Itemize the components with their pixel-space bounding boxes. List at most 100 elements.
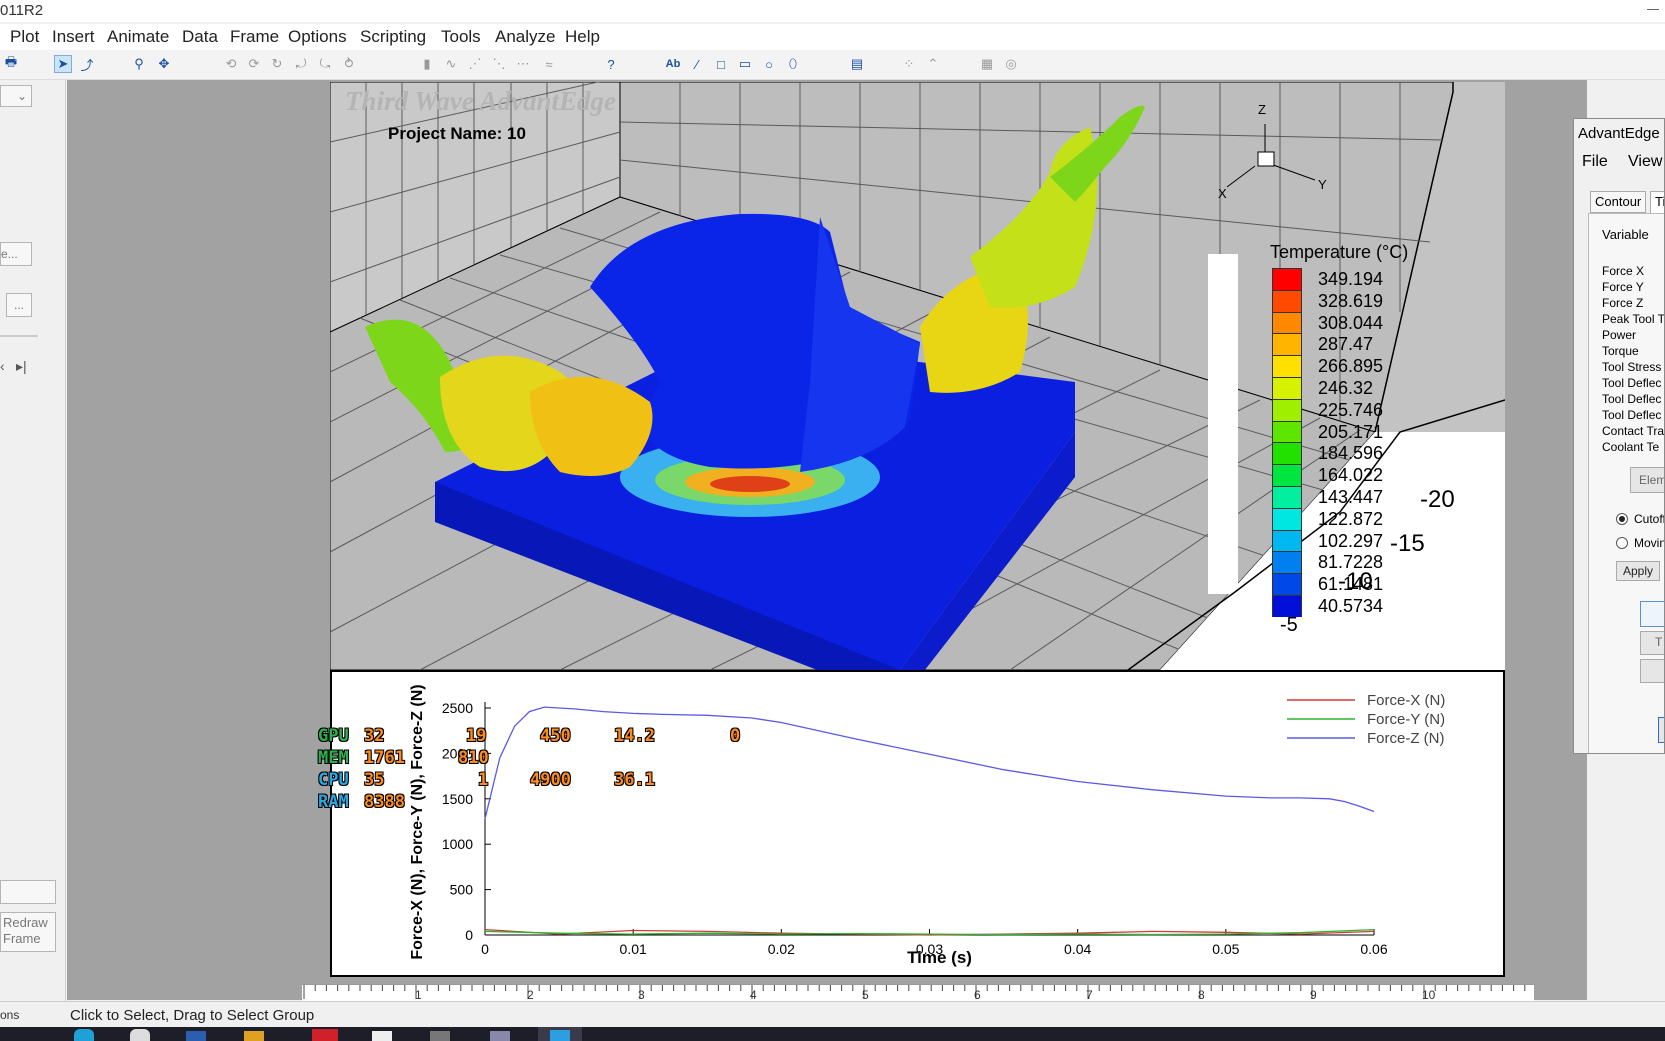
contour-line-icon[interactable]: ≈: [540, 55, 558, 73]
zoom-icon[interactable]: ⚲: [130, 55, 148, 73]
variable-item[interactable]: Tool Deflec: [1602, 408, 1661, 422]
ellipse-icon[interactable]: ⬯: [784, 55, 802, 73]
menu-help[interactable]: Help: [565, 27, 600, 47]
dialog-ok-button[interactable]: [1658, 717, 1664, 743]
legend-value: 143.447: [1318, 487, 1384, 507]
legend-value: 122.872: [1318, 508, 1384, 529]
menu-insert[interactable]: Insert: [52, 27, 95, 47]
spin-icon[interactable]: ↻: [268, 55, 286, 73]
menu-scripting[interactable]: Scripting: [360, 27, 426, 47]
adjust-icon[interactable]: ⤴: [78, 55, 96, 73]
variable-item[interactable]: Tool Deflec: [1602, 376, 1661, 390]
streamtrace-icon[interactable]: ∿: [442, 55, 460, 73]
scatter-icon[interactable]: ⁘: [900, 55, 918, 73]
rectangle-icon[interactable]: ▭: [736, 55, 754, 73]
menu-animate[interactable]: Animate: [107, 27, 169, 47]
variable-item[interactable]: Force Z: [1602, 296, 1643, 310]
line-plot-icon[interactable]: ⌃: [924, 55, 942, 73]
slice-icon[interactable]: ⋰: [466, 55, 484, 73]
hud-gpu-temp: 14.2: [614, 726, 655, 746]
variable-item[interactable]: Contact Tra: [1602, 424, 1664, 438]
probe-icon[interactable]: ▮: [418, 55, 436, 73]
polyline-icon[interactable]: ∕: [688, 55, 706, 73]
hud-gpu-extra: 0: [730, 726, 741, 746]
advantedge-dialog[interactable]: AdvantEdge File View Contour Ti Variable…: [1573, 118, 1665, 754]
menu-data[interactable]: Data: [182, 27, 218, 47]
t-button[interactable]: T: [1640, 631, 1664, 655]
rollerball-icon[interactable]: ⟳: [245, 55, 263, 73]
menu-tools[interactable]: Tools: [441, 27, 481, 47]
skip-end-icon[interactable]: ▸|: [16, 358, 27, 375]
taskbar-app-icon[interactable]: [550, 1030, 570, 1041]
text-tool-icon[interactable]: Ab: [664, 55, 682, 73]
status-left-text: ons: [0, 1008, 20, 1022]
axis-rotate-icon[interactable]: ⥁: [340, 55, 358, 73]
sidebar-small-button[interactable]: [0, 880, 56, 904]
force-time-plot[interactable]: 0 500 1000 1500 2000 2500 0 0.01 0.02 0.03 0.04 0.0…: [330, 670, 1505, 977]
taskbar-app-icon[interactable]: [372, 1031, 392, 1041]
ellipsis-button[interactable]: ...: [6, 293, 32, 317]
variable-item[interactable]: Peak Tool T: [1602, 312, 1664, 326]
dropdown[interactable]: ⌄: [0, 85, 32, 107]
hud-ram-label: RAM: [318, 792, 349, 812]
dialog-menu-file[interactable]: File: [1582, 153, 1608, 171]
menu-plot[interactable]: Plot: [10, 27, 39, 47]
tab-contour[interactable]: Contour: [1590, 191, 1647, 213]
variable-item[interactable]: Torque: [1602, 344, 1639, 358]
tilt-icon[interactable]: ⤿: [316, 55, 334, 73]
legend-swatch: [1272, 442, 1302, 465]
taskbar-app-icon[interactable]: [312, 1029, 338, 1041]
step-back-icon[interactable]: ‹: [0, 358, 5, 374]
select-arrow-icon[interactable]: ➤: [54, 55, 72, 73]
contour-remove-icon[interactable]: ⋯: [514, 55, 532, 73]
taskbar-app-icon[interactable]: [244, 1031, 264, 1041]
toolbar: 🖶 ➤ ⤴ ⚲ ✥ ⟲ ⟳ ↻ ⤾ ⤿ ⥁ ▮ ∿ ⋰ ⋱ ⋯ ≈ ? Ab ∕…: [0, 50, 1665, 80]
help-probe-icon[interactable]: ?: [602, 55, 620, 73]
square-icon[interactable]: □: [712, 55, 730, 73]
taskbar: [0, 1027, 1665, 1041]
taskbar-app-icon[interactable]: [186, 1031, 206, 1041]
taskbar-app-icon[interactable]: [74, 1029, 94, 1041]
taskbar-app-icon[interactable]: [430, 1031, 450, 1041]
taskbar-app-icon[interactable]: [130, 1029, 150, 1041]
moving-radio[interactable]: [1616, 537, 1628, 549]
tab-time[interactable]: Ti: [1650, 191, 1664, 213]
menu-options[interactable]: Options: [288, 27, 347, 47]
variable-item[interactable]: Force Y: [1602, 280, 1644, 294]
frame-icon[interactable]: ▤: [848, 55, 866, 73]
variable-item[interactable]: Tool Stress: [1602, 360, 1661, 374]
legend-value: 184.596: [1318, 443, 1384, 464]
browse-button[interactable]: e...: [0, 242, 32, 266]
legend-rows: 349.194 328.619 308.044 287.47 266.895 246.32…: [1272, 268, 1434, 620]
menu-analyze[interactable]: Analyze: [495, 27, 555, 47]
taskbar-app-icon[interactable]: [490, 1031, 510, 1041]
temperature-legend[interactable]: Temperature (°C) 349.194 328.619 308.044 28…: [1266, 240, 1434, 620]
variable-item[interactable]: Power: [1602, 328, 1636, 342]
menu-frame[interactable]: Frame: [230, 27, 279, 47]
variable-item[interactable]: Coolant Te: [1602, 440, 1659, 454]
hud-gpu-clock: 450: [540, 726, 571, 746]
translate-icon[interactable]: ✥: [155, 55, 173, 73]
menu-bar: Plot Insert Animate Data Frame Options S…: [0, 24, 1665, 50]
grid-icon[interactable]: ▦: [978, 55, 996, 73]
dialog-action-button[interactable]: [1640, 601, 1664, 627]
variable-item[interactable]: Force X: [1602, 264, 1644, 278]
minimize-icon[interactable]: [1647, 0, 1659, 10]
target-icon[interactable]: ◎: [1002, 55, 1020, 73]
twist-icon[interactable]: ⤾: [292, 55, 310, 73]
dialog-menu-view[interactable]: View: [1628, 153, 1662, 171]
variable-item[interactable]: Tool Deflec: [1602, 392, 1661, 406]
print-icon[interactable]: 🖶: [2, 54, 20, 73]
legend-value: 102.297: [1318, 530, 1384, 551]
rotate-icon[interactable]: ⟲: [222, 55, 240, 73]
timeline-ruler[interactable]: 1 2 3 4 5 6 7 8 9 10: [302, 984, 1537, 1002]
circle-icon[interactable]: ○: [760, 55, 778, 73]
cutoff-radio[interactable]: [1616, 513, 1628, 525]
redraw-frame-button[interactable]: Redraw Frame: [0, 912, 56, 952]
legend-swatch: [1272, 377, 1302, 399]
contour-add-icon[interactable]: ⋱: [490, 55, 508, 73]
apply-button[interactable]: Apply: [1616, 561, 1661, 581]
plot-3d-frame[interactable]: Third Wave AdvantEdge Project Name: 10 Z…: [330, 82, 1505, 670]
dialog-small-button[interactable]: [1640, 659, 1664, 683]
element-button[interactable]: Elem: [1630, 467, 1664, 493]
